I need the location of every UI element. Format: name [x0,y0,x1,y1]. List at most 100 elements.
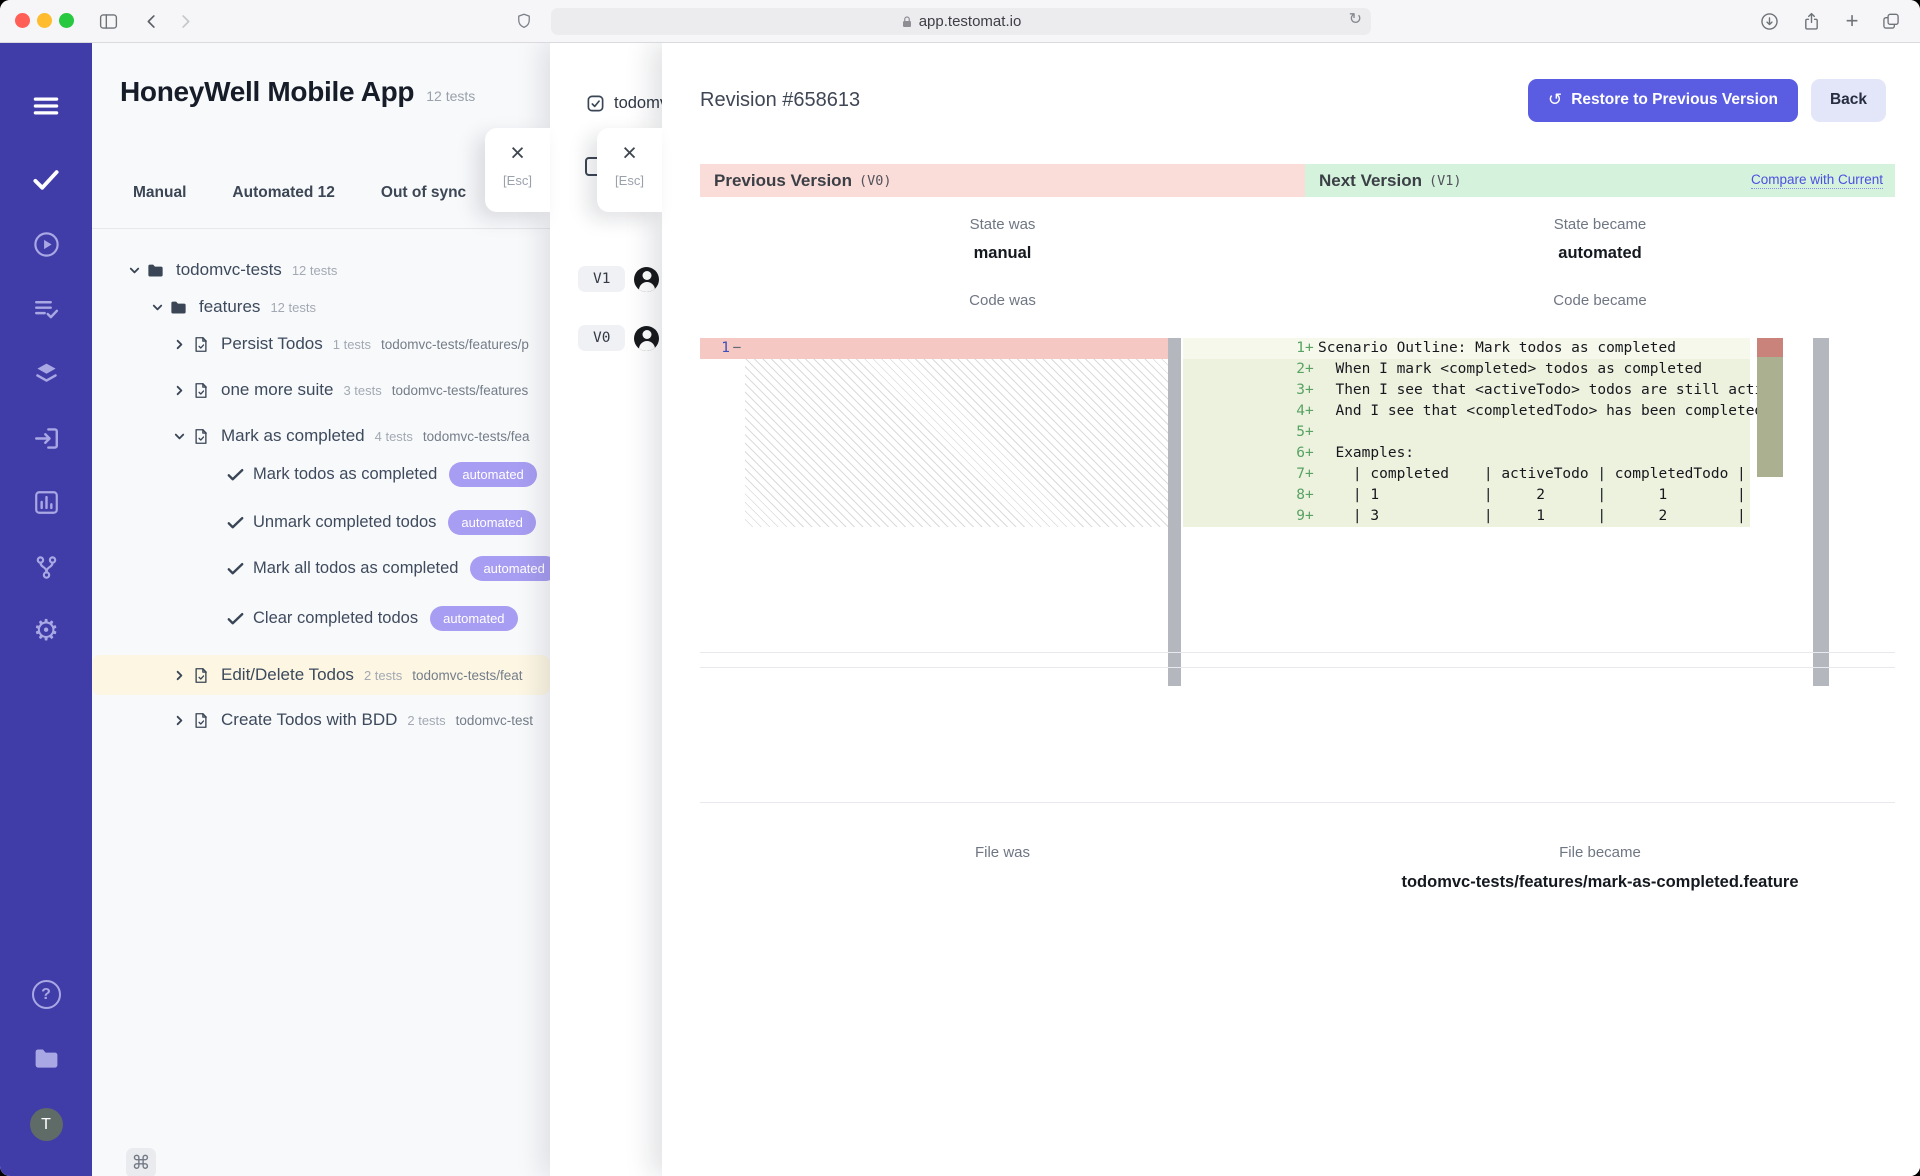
diff-added-line: 6 + Examples: [1183,443,1750,464]
tree-item-path: todomvc-tests/feat [412,667,523,683]
tab-overview-icon[interactable] [1879,9,1903,33]
close-icon[interactable]: × [510,141,525,166]
compare-with-current-link[interactable]: Compare with Current [1750,172,1883,189]
version-badge[interactable]: V0 [578,325,626,351]
share-icon[interactable] [1799,9,1823,33]
diff-added-sign: + [1305,340,1314,356]
version-row-v1[interactable]: V1 [578,266,660,292]
import-icon[interactable] [0,424,92,453]
diff-line-number: 9 [1296,508,1305,524]
tree-item-label: one more suite [221,380,334,399]
close-panel-card-1[interactable]: × [Esc] [485,128,550,212]
close-window-button[interactable] [15,13,30,28]
branches-icon[interactable] [0,553,92,582]
test-plans-icon[interactable] [0,295,92,324]
tab-out-of-sync[interactable]: Out of sync [381,184,466,202]
diff-added-sign: + [1305,361,1314,377]
zoom-window-button[interactable] [59,13,74,28]
chevron-right-icon[interactable] [172,669,186,682]
close-panel-card-2[interactable]: × [Esc] [597,128,662,212]
automated-badge: automated [470,555,550,581]
version-badge[interactable]: V1 [578,266,626,292]
tree-suite-row[interactable]: todomvc-tests 12 tests [92,255,550,285]
tree-item-label: Persist Todos [221,334,323,353]
chevron-right-icon[interactable] [172,714,186,727]
back-label: Back [1829,91,1867,108]
tree-item-count: 1 tests [332,336,372,352]
tree-suite-row[interactable]: one more suite 3 tests todomvc-tests/featu… [92,375,550,405]
settings-icon[interactable]: ⚙ [0,616,92,645]
file-became-value: todomvc-tests/features/mark-as-completed… [1401,873,1799,891]
new-tab-icon[interactable]: + [1840,9,1864,33]
minimize-window-button[interactable] [37,13,52,28]
forward-icon[interactable] [173,9,197,33]
diff-added-block: 1 + Scenario Outline: Mark todos as comple… [1183,338,1781,527]
address-bar[interactable]: app.testomat.io ↻ [551,8,1371,35]
suites-icon[interactable] [0,359,92,388]
diff-line-text: Scenario Outline: Mark todos as complete… [1318,340,1676,356]
diff-line-number: 5 [1296,424,1305,440]
chevron-down-icon[interactable] [150,301,164,314]
tree-suite-row[interactable]: Mark as completed 4 tests todomvc-tests/fe… [92,421,550,451]
menu-icon[interactable] [0,91,92,121]
back-button[interactable]: Back [1810,78,1886,122]
url-text: app.testomat.io [918,13,1022,30]
diff-added-sign: + [1305,382,1314,398]
tree-suite-row[interactable]: features 12 tests [92,292,550,322]
keyboard-shortcuts-button[interactable]: ⌘ [126,1148,156,1176]
automated-badge: automated [448,509,536,535]
profile-avatar[interactable]: T [0,1108,92,1141]
downloads-icon[interactable] [1757,9,1781,33]
projects-icon[interactable] [0,1044,92,1073]
restore-icon: ↺ [1547,90,1563,110]
chevron-right-icon[interactable] [172,384,186,397]
chevron-down-icon[interactable] [127,264,141,277]
tree-suite-row[interactable]: Edit/Delete Todos 2 tests todomvc-tests/fe… [92,655,550,695]
test-check-icon [226,465,245,484]
minimap-removed-marker [1757,338,1783,357]
file-became-label: File became [1559,844,1641,861]
diff-line-number: 6 [1296,445,1305,461]
diff-added-line: 2 + When I mark <completed> todos as comp… [1183,359,1750,380]
test-check-icon [226,609,245,628]
tree-test-row[interactable]: Mark all todos as completed automated [92,553,550,583]
diff-line-number: 8 [1296,487,1305,503]
tree-item-path: todomvc-tests/features [391,382,529,398]
privacy-shield-icon[interactable] [512,9,536,33]
restore-previous-version-button[interactable]: ↺ Restore to Previous Version [1527,78,1798,122]
help-icon[interactable]: ? [0,980,92,1009]
tree-item-label: Clear completed todos [253,608,419,627]
sidebar-toggle-icon[interactable] [96,9,120,33]
runs-icon[interactable] [0,230,92,259]
diff-added-line: 5 + [1183,422,1750,443]
tree-item-label: features [199,297,261,316]
close-icon[interactable]: × [622,141,637,166]
chevron-down-icon[interactable] [172,430,186,443]
tree-item-count: 4 tests [374,428,413,444]
tab-automated[interactable]: Automated 12 [232,184,335,202]
automated-badge: automated [430,605,518,631]
tests-icon[interactable] [0,164,92,194]
diff-removed-sign: − [732,340,742,356]
reload-icon[interactable]: ↻ [1349,9,1362,29]
version-row-v0[interactable]: V0 [578,325,660,351]
tree-item-label: todomvc-tests [176,260,282,279]
diff-line-text: When I mark <completed> todos as complet… [1318,361,1703,377]
back-icon[interactable] [139,9,163,33]
tree-suite-row[interactable]: Create Todos with BDD 2 tests todomvc-test [92,705,550,735]
tree-test-row[interactable]: Unmark completed todos automated [92,507,550,537]
tree-item-count: 3 tests [343,382,382,398]
esc-hint: [Esc] [615,173,644,188]
diff-added-line: 3 + Then I see that <activeTodo> todos ar… [1183,380,1780,401]
tree-item-label: Create Todos with BDD [221,710,398,729]
previous-code-scrollbar[interactable] [1168,338,1181,686]
next-code-scrollbar[interactable] [1813,338,1829,686]
tree-suite-row[interactable]: Persist Todos 1 tests todomvc-tests/featur… [92,329,550,359]
suite-detail-title: todomvc-tests [614,94,662,112]
tab-manual[interactable]: Manual [133,184,186,202]
analytics-icon[interactable] [0,488,92,517]
tree-test-row[interactable]: Clear completed todos automated [92,603,550,633]
diff-added-sign: + [1305,403,1314,419]
tree-test-row[interactable]: Mark todos as completed automated [92,459,550,489]
chevron-right-icon[interactable] [172,338,186,351]
